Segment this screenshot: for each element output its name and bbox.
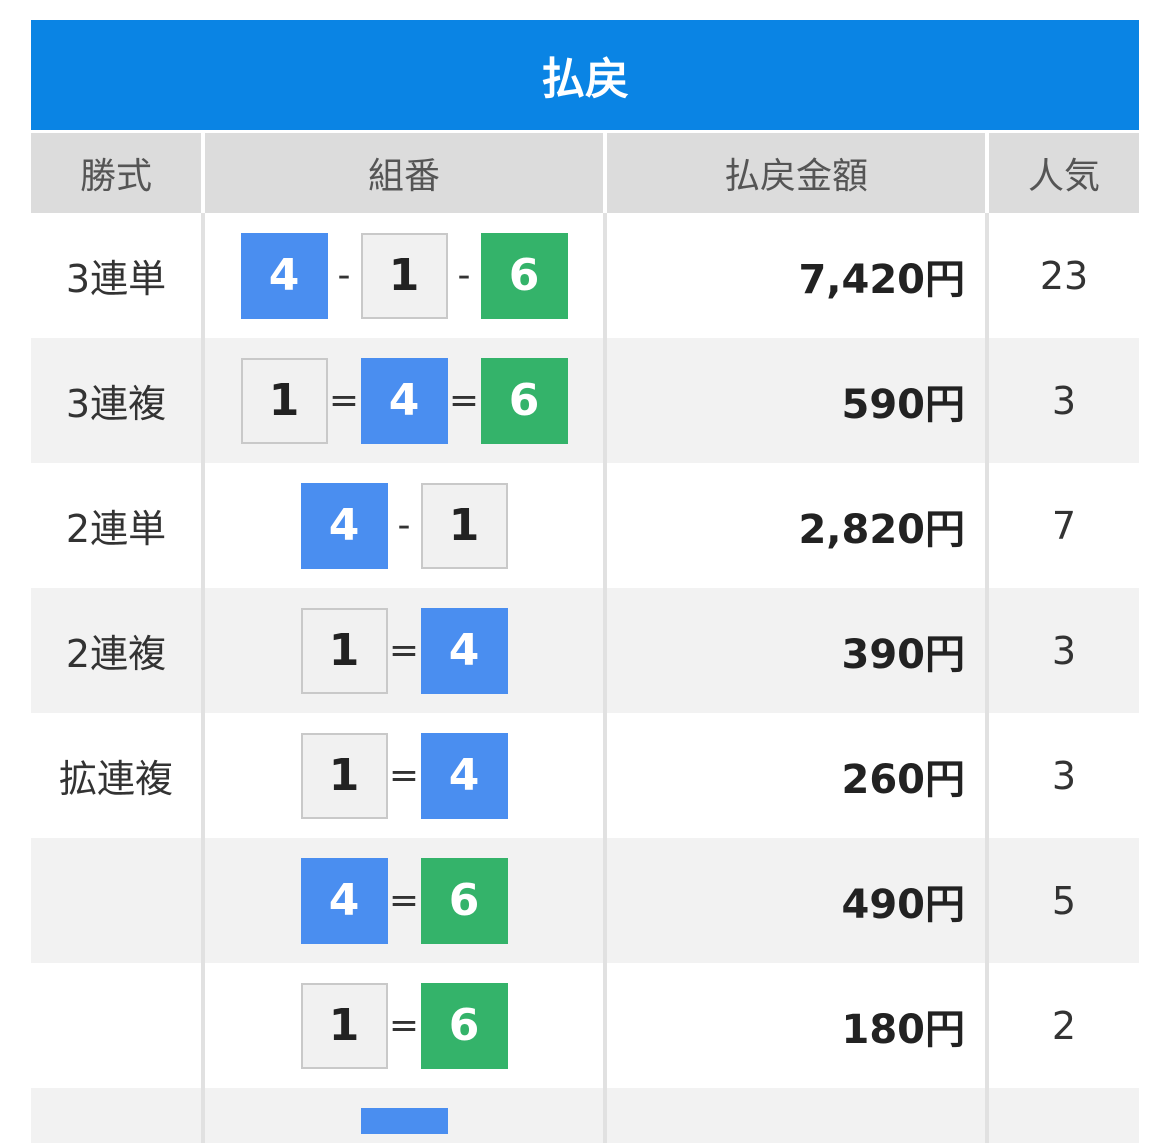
combination-separator: =: [388, 755, 420, 796]
bet-type-cell: 2連単: [31, 463, 203, 588]
combination-separator: =: [388, 880, 420, 921]
payout-amount-cell: 2,820円: [603, 463, 987, 588]
boat-number-badge: 4: [300, 482, 388, 569]
boat-number-badge: 6: [480, 232, 568, 319]
boat-number-badge: 1: [240, 357, 328, 444]
combination-separator: -: [397, 505, 411, 546]
boat-number-badge: 4: [420, 732, 508, 819]
payout-amount-cell: 590円: [603, 338, 987, 463]
payout-amount-cell: 7,420円: [603, 213, 987, 338]
boat-number-badge: 1: [300, 732, 388, 819]
combination: 1 = 4: [300, 732, 508, 819]
combination-separator: =: [388, 1005, 420, 1046]
payout-title-bar: 払戻: [31, 20, 1139, 130]
payout-amount-cell: 180円: [603, 963, 987, 1088]
combination: 4-1: [300, 482, 508, 569]
payout-amount-cell: 390円: [603, 588, 987, 713]
boat-number-badge: 4: [300, 857, 388, 944]
combination-separator: -: [457, 255, 471, 296]
table-row: 4 = 6 490円 5: [31, 838, 1139, 963]
popularity-cell: 23: [985, 213, 1139, 338]
boat-number-badge: 1: [420, 482, 508, 569]
partial-cell: [31, 1088, 203, 1143]
bet-type-cell: 2連複: [31, 588, 203, 713]
bet-type-cell: 3連複: [31, 338, 203, 463]
combination: 4 = 6: [300, 857, 508, 944]
header-type: 勝式: [31, 130, 203, 213]
combination-cell: 4-1: [201, 463, 605, 588]
combination: 1 = 4 = 6: [240, 357, 568, 444]
combination-cell: 1 = 4: [201, 713, 605, 838]
payout-title: 払戻: [541, 54, 629, 105]
combination: 4-1-6: [240, 232, 568, 319]
combination-cell: 1 = 6: [201, 963, 605, 1088]
combination: 1 = 4: [300, 607, 508, 694]
bet-type-cell: [31, 963, 203, 1088]
popularity-cell: 5: [985, 838, 1139, 963]
boat-number-badge: 6: [420, 982, 508, 1069]
partial-cell: [201, 1088, 605, 1143]
table-row: 2連複 1 = 4 390円 3: [31, 588, 1139, 713]
partial-cell: [985, 1088, 1139, 1143]
boat-number-badge: 4: [360, 357, 448, 444]
table-row: 拡連複 1 = 4 260円 3: [31, 713, 1139, 838]
boat-number-badge: 1: [300, 607, 388, 694]
boat-number-badge: 6: [420, 857, 508, 944]
combination-cell: 4 = 6: [201, 838, 605, 963]
bet-type-cell: [31, 838, 203, 963]
boat-number-badge: 6: [480, 357, 568, 444]
combination-separator: =: [448, 380, 480, 421]
bet-type-cell: 拡連複: [31, 713, 203, 838]
popularity-cell: 3: [985, 338, 1139, 463]
combination-separator: =: [388, 630, 420, 671]
partial-cell: [603, 1088, 987, 1143]
table-row: 3連複 1 = 4 = 6 590円 3: [31, 338, 1139, 463]
header-combo: 組番: [201, 130, 605, 213]
header-amount: 払戻金額: [603, 130, 987, 213]
popularity-cell: 3: [985, 713, 1139, 838]
payout-panel: 払戻 勝式 組番 払戻金額 人気 3連単 4-1-6 7,420円 23 3連複 1 = 4 =…: [31, 20, 1139, 1143]
payout-amount-cell: 260円: [603, 713, 987, 838]
popularity-cell: 2: [985, 963, 1139, 1088]
table-header-row: 勝式 組番 払戻金額 人気: [31, 130, 1139, 213]
header-popularity: 人気: [985, 130, 1139, 213]
combination-separator: -: [337, 255, 351, 296]
table-row: 2連単 4-1 2,820円 7: [31, 463, 1139, 588]
bet-type-cell: 3連単: [31, 213, 203, 338]
combination-cell: 4-1-6: [201, 213, 605, 338]
boat-number-badge: [360, 1108, 448, 1134]
payout-table: 勝式 組番 払戻金額 人気 3連単 4-1-6 7,420円 23 3連複 1 = 4 = 6 59…: [31, 130, 1139, 1143]
combination-cell: 1 = 4 = 6: [201, 338, 605, 463]
popularity-cell: 3: [985, 588, 1139, 713]
boat-number-badge: 4: [420, 607, 508, 694]
boat-number-badge: 1: [300, 982, 388, 1069]
popularity-cell: 7: [985, 463, 1139, 588]
table-row: 3連単 4-1-6 7,420円 23: [31, 213, 1139, 338]
payout-amount-cell: 490円: [603, 838, 987, 963]
boat-number-badge: 4: [240, 232, 328, 319]
combination: 1 = 6: [300, 982, 508, 1069]
table-row: 1 = 6 180円 2: [31, 963, 1139, 1088]
boat-number-badge: 1: [360, 232, 448, 319]
table-row-partial: [31, 1088, 1139, 1143]
combination-separator: =: [328, 380, 360, 421]
combination-cell: 1 = 4: [201, 588, 605, 713]
